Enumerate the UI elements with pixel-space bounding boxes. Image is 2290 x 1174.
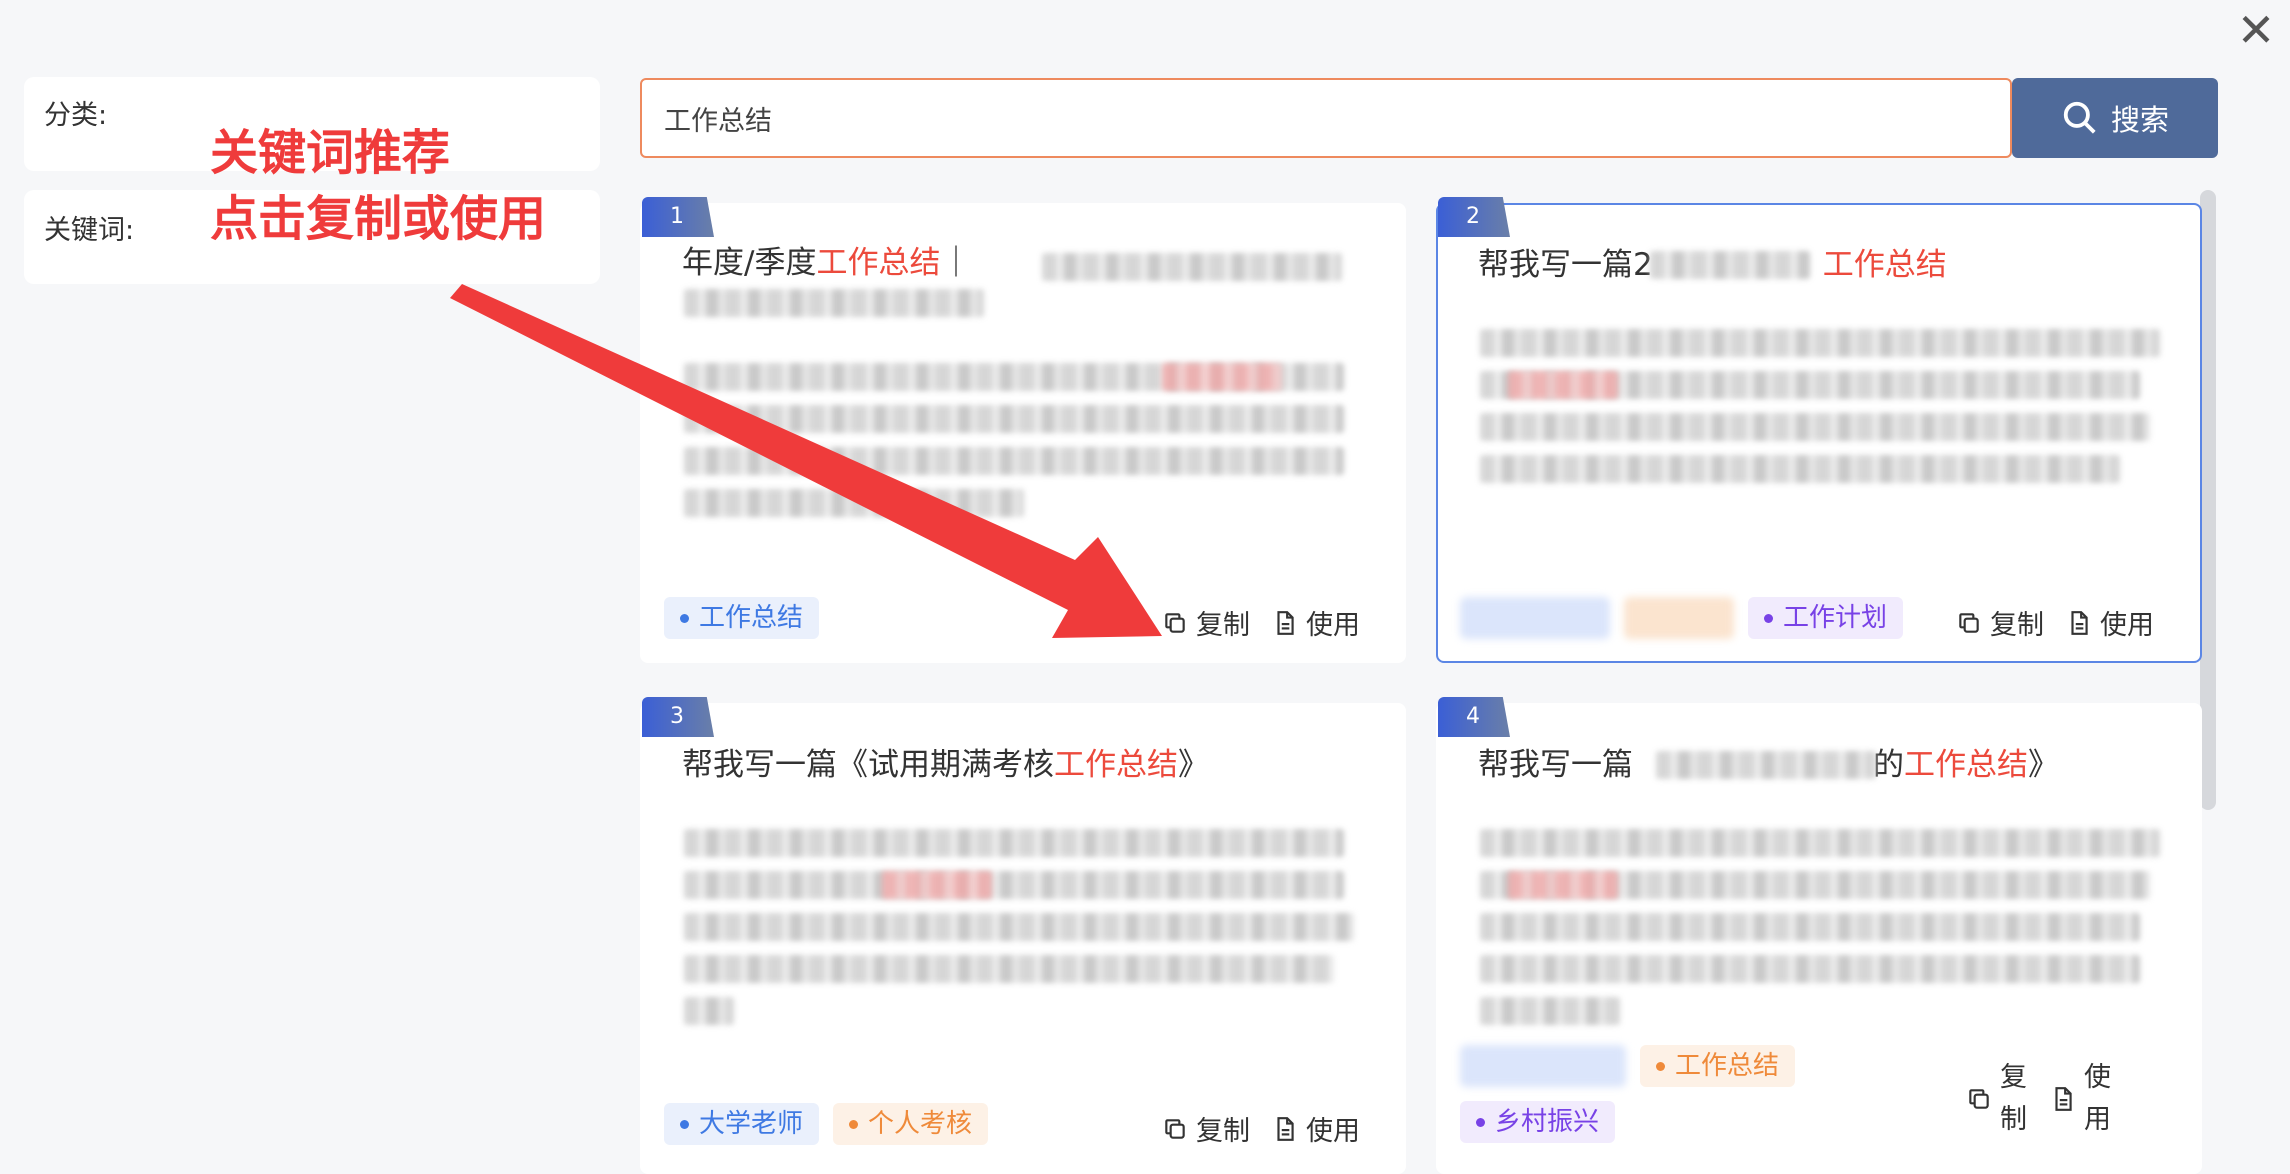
blurred-text [1508, 371, 1618, 399]
result-card-3[interactable]: 3 帮我写一篇《试用期满考核工作总结》 大学老师 个人考核 复制 使用 [640, 697, 1406, 1174]
blurred-text [1480, 913, 2140, 941]
use-button[interactable]: 使用 [2066, 603, 2154, 642]
result-card-2[interactable]: 2 帮我写一篇2 工作总结 工作计划 复制 使用 [1436, 197, 2202, 663]
blurred-text [684, 913, 1354, 941]
card-number: 2 [1438, 197, 1510, 237]
search-input[interactable] [640, 78, 2012, 158]
copy-button[interactable]: 复制 [1956, 603, 2044, 642]
blurred-text [684, 447, 1344, 475]
copy-button[interactable]: 复制 [1162, 603, 1250, 642]
blurred-text [1480, 997, 1620, 1025]
blurred-text [1042, 253, 1342, 281]
blurred-text [1480, 413, 2150, 441]
scrollbar[interactable] [2200, 190, 2216, 1174]
use-button[interactable]: 使用 [1272, 603, 1360, 642]
blurred-text [1656, 751, 1876, 779]
tag-blurred [1624, 597, 1734, 639]
blurred-text [1480, 329, 2160, 357]
blurred-text [684, 997, 734, 1025]
result-card-4[interactable]: 4 帮我写一篇 的工作总结》 工作总结 乡村振兴 复制 使用 [1436, 697, 2202, 1174]
use-button[interactable]: 使用 [1272, 1109, 1360, 1148]
annotation-text: 关键词推荐 点击复制或使用 [210, 125, 547, 247]
copy-icon [1969, 1089, 1989, 1109]
blurred-text [1650, 251, 1810, 279]
blurred-text [882, 871, 992, 899]
card-title: 帮我写一篇《试用期满考核工作总结》 [682, 747, 1209, 783]
tag-blurred [1460, 597, 1610, 639]
search-button-label: 搜索 [2110, 103, 2169, 137]
blurred-text [1162, 363, 1282, 391]
blurred-text [684, 955, 1334, 983]
blurred-text [684, 871, 1344, 899]
card-number: 4 [1438, 697, 1510, 737]
tag[interactable]: 工作总结 [664, 597, 820, 639]
blurred-text [1480, 955, 2140, 983]
blurred-text [1508, 871, 1618, 899]
close-icon[interactable]: ✕ [2234, 4, 2278, 56]
blurred-text [1480, 455, 2120, 483]
copy-button[interactable]: 复制 [1966, 1057, 2028, 1141]
blurred-text [684, 289, 984, 317]
copy-icon [1165, 1118, 1185, 1139]
blurred-text [684, 489, 1024, 517]
tag[interactable]: 工作总结 [1640, 1045, 1796, 1087]
category-label: 分类: [44, 100, 108, 131]
tag[interactable]: 乡村振兴 [1460, 1101, 1616, 1143]
tag-blurred [1460, 1045, 1626, 1087]
blurred-text [684, 405, 1344, 433]
copy-icon [1165, 612, 1185, 633]
card-number: 1 [642, 197, 714, 237]
result-card-1[interactable]: 1 年度/季度工作总结｜ 工作总结 复制 使用 [640, 197, 1406, 663]
search-button[interactable]: 搜索 [2012, 78, 2218, 158]
tag[interactable]: 个人考核 [833, 1103, 989, 1145]
document-icon [2071, 610, 2088, 635]
document-icon [2055, 1087, 2072, 1111]
search-icon [2063, 101, 2096, 134]
use-button[interactable]: 使用 [2050, 1057, 2112, 1141]
copy-icon [1959, 612, 1979, 633]
blurred-text [1480, 829, 2160, 857]
card-title: 帮我写一篇2 工作总结 [1478, 247, 1947, 283]
tag[interactable]: 大学老师 [664, 1103, 820, 1145]
blurred-text [684, 829, 1344, 857]
scrollbar-thumb[interactable] [2200, 190, 2216, 810]
keyword-label: 关键词: [44, 215, 135, 246]
document-icon [1277, 1116, 1294, 1141]
card-number: 3 [642, 697, 714, 737]
document-icon [1277, 610, 1294, 635]
copy-button[interactable]: 复制 [1162, 1109, 1250, 1148]
tag[interactable]: 工作计划 [1748, 597, 1904, 639]
